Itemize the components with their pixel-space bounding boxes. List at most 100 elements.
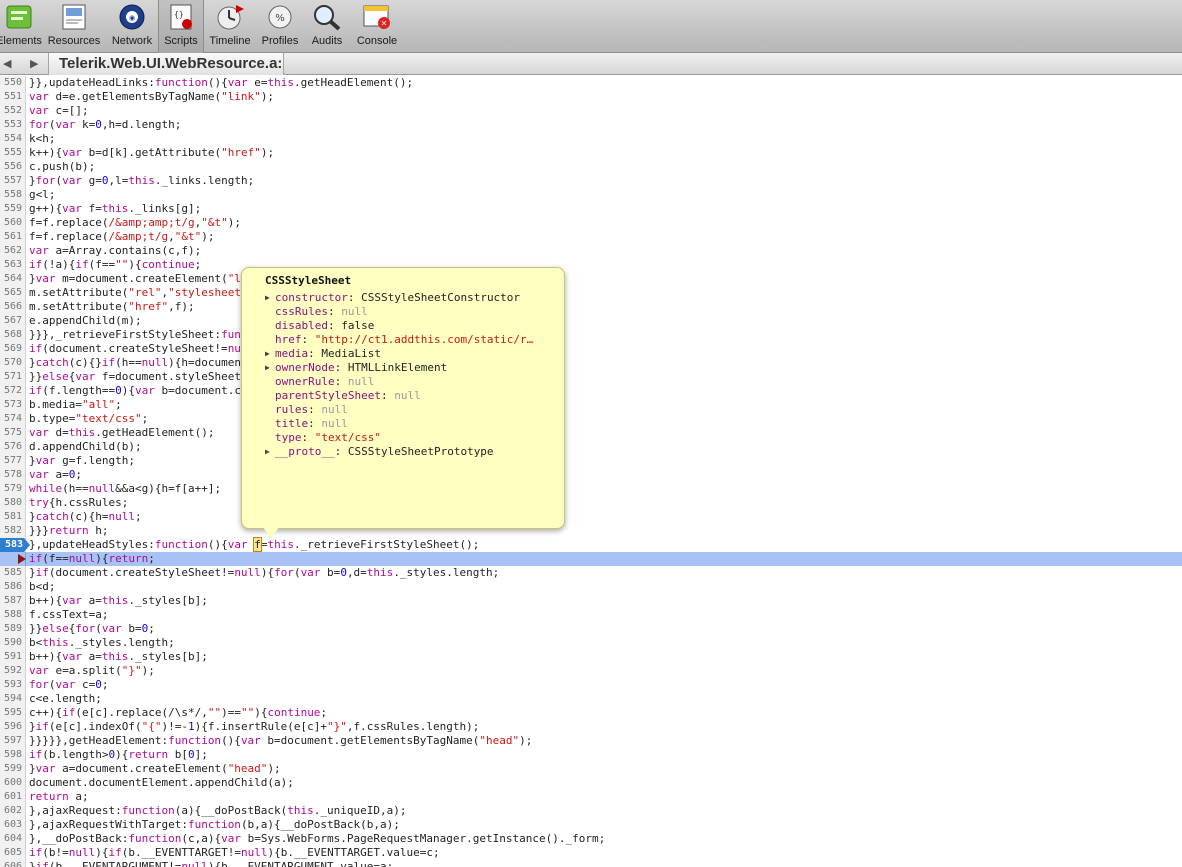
line-number[interactable]: 599 <box>0 762 26 776</box>
code-line[interactable]: 565m.setAttribute("rel","stylesheet"); <box>0 286 1182 300</box>
expand-triangle-icon[interactable]: ▶ <box>265 445 270 459</box>
code-line[interactable]: 558 g<l; <box>0 188 1182 202</box>
code-line[interactable]: 582}}}return h; <box>0 524 1182 538</box>
line-number[interactable]: 588 <box>0 608 26 622</box>
code-line[interactable]: 601 return a; <box>0 790 1182 804</box>
line-number[interactable]: 550 <box>0 76 26 90</box>
line-number[interactable]: 581 <box>0 510 26 524</box>
line-number[interactable]: 598 <box>0 748 26 762</box>
line-number[interactable]: 606 <box>0 860 26 867</box>
line-number[interactable]: 566 <box>0 300 26 314</box>
line-number[interactable]: 595 <box>0 706 26 720</box>
code-line[interactable]: 602},ajaxRequest:function(a){__doPostBac… <box>0 804 1182 818</box>
line-number[interactable]: 583 <box>0 538 30 552</box>
code-line[interactable]: 554 k<h; <box>0 132 1182 146</box>
code-line[interactable]: 599}var a=document.createElement("head")… <box>0 762 1182 776</box>
line-number[interactable]: 597 <box>0 734 26 748</box>
line-number[interactable]: 576 <box>0 440 26 454</box>
expand-triangle-icon[interactable]: ▶ <box>265 361 270 375</box>
toolbar-button-network[interactable]: ◉ Network <box>106 0 158 53</box>
line-number[interactable]: 577 <box>0 454 26 468</box>
code-line[interactable]: 553 for(var k=0,h=d.length; <box>0 118 1182 132</box>
code-line[interactable]: 559 g++){var f=this._links[g]; <box>0 202 1182 216</box>
line-number[interactable]: 590 <box>0 636 26 650</box>
code-line[interactable]: 606}if(b.__EVENTARGUMENT!=null){b.__EVEN… <box>0 860 1182 867</box>
code-line[interactable]: 592 var e=a.split("}"); <box>0 664 1182 678</box>
hovered-token[interactable]: f <box>253 537 262 552</box>
code-line[interactable]: 580 try{h.cssRules; <box>0 496 1182 510</box>
line-number[interactable]: 571 <box>0 370 26 384</box>
code-line[interactable]: 588 f.cssText=a; <box>0 608 1182 622</box>
code-line[interactable]: 574 b.type="text/css"; <box>0 412 1182 426</box>
line-number[interactable]: 580 <box>0 496 26 510</box>
line-number[interactable]: 582 <box>0 524 26 538</box>
line-number[interactable]: 586 <box>0 580 26 594</box>
line-number[interactable]: 578 <box>0 468 26 482</box>
code-line[interactable]: 572if(f.length==0){var b=document.create… <box>0 384 1182 398</box>
line-number[interactable]: 555 <box>0 146 26 160</box>
line-number[interactable]: 594 <box>0 692 26 706</box>
code-line[interactable]: 568}}},_retrieveFirstStyleSheet:function… <box>0 328 1182 342</box>
line-number[interactable]: 556 <box>0 160 26 174</box>
toolbar-button-audits[interactable]: Audits <box>304 0 350 53</box>
code-line[interactable]: 600 document.documentElement.appendChild(… <box>0 776 1182 790</box>
property-row-proto[interactable]: ▶ __proto__: CSSStyleSheetPrototype <box>242 445 564 459</box>
code-line[interactable]: 595 c++){if(e[c].replace(/\s*/,"")==""){c… <box>0 706 1182 720</box>
line-number[interactable]: 574 <box>0 412 26 426</box>
toolbar-button-elements[interactable]: Elements <box>0 0 42 53</box>
forward-arrow-icon[interactable]: ▶ <box>30 57 38 70</box>
line-number[interactable]: 563 <box>0 258 26 272</box>
code-line[interactable]: 590 b<this._styles.length; <box>0 636 1182 650</box>
line-number[interactable] <box>0 552 26 566</box>
line-number[interactable]: 562 <box>0 244 26 258</box>
line-number[interactable]: 553 <box>0 118 26 132</box>
property-row-media[interactable]: ▶ media: MediaList <box>242 347 564 361</box>
line-number[interactable]: 565 <box>0 286 26 300</box>
line-number[interactable]: 569 <box>0 342 26 356</box>
code-line[interactable]: 561 f=f.replace(/&amp;t/g,"&t"); <box>0 230 1182 244</box>
line-number[interactable]: 567 <box>0 314 26 328</box>
source-code-view[interactable]: 550}},updateHeadLinks:function(){var e=t… <box>0 76 1182 867</box>
line-number[interactable]: 564 <box>0 272 26 286</box>
code-line[interactable]: 551 var d=e.getElementsByTagName("link"); <box>0 90 1182 104</box>
line-number[interactable]: 560 <box>0 216 26 230</box>
code-line[interactable]: 570}catch(c){}if(h==null){h=document <box>0 356 1182 370</box>
toolbar-button-timeline[interactable]: Timeline <box>204 0 256 53</box>
expand-triangle-icon[interactable]: ▶ <box>265 291 270 305</box>
line-number[interactable]: 600 <box>0 776 26 790</box>
code-line[interactable]: 564}var m=document.createElement("link")… <box>0 272 1182 286</box>
line-number[interactable]: 602 <box>0 804 26 818</box>
toolbar-button-console[interactable]: ✕ Console <box>350 0 404 53</box>
code-line[interactable]: 597}}}}},getHeadElement:function(){var b… <box>0 734 1182 748</box>
code-line[interactable]: 573 b.media="all"; <box>0 398 1182 412</box>
code-line[interactable]: 552 var c=[]; <box>0 104 1182 118</box>
code-line[interactable]: 563 if(!a){if(f==""){continue; <box>0 258 1182 272</box>
code-line[interactable]: 585}if(document.createStyleSheet!=null){… <box>0 566 1182 580</box>
line-number[interactable]: 601 <box>0 790 26 804</box>
line-number[interactable]: 587 <box>0 594 26 608</box>
code-line[interactable]: 603},ajaxRequestWithTarget:function(b,a)… <box>0 818 1182 832</box>
line-number[interactable]: 603 <box>0 818 26 832</box>
toolbar-button-resources[interactable]: Resources <box>42 0 106 53</box>
line-number[interactable]: 554 <box>0 132 26 146</box>
code-line[interactable]: 555 k++){var b=d[k].getAttribute("href"); <box>0 146 1182 160</box>
code-line[interactable]: 578 var a=0; <box>0 468 1182 482</box>
code-line[interactable]: 598 if(b.length>0){return b[0]; <box>0 748 1182 762</box>
code-line[interactable]: if(f==null){return; <box>0 552 1182 566</box>
line-number[interactable]: 591 <box>0 650 26 664</box>
line-number[interactable]: 596 <box>0 720 26 734</box>
code-line[interactable]: 571}}else{var f=document.styleSheets; <box>0 370 1182 384</box>
expand-triangle-icon[interactable]: ▶ <box>265 347 270 361</box>
back-arrow-icon[interactable]: ◀ <box>3 57 11 70</box>
line-number[interactable]: 592 <box>0 664 26 678</box>
line-number[interactable]: 604 <box>0 832 26 846</box>
line-number[interactable]: 573 <box>0 398 26 412</box>
code-line[interactable]: 587 b++){var a=this._styles[b]; <box>0 594 1182 608</box>
code-line[interactable]: 589}}else{for(var b=0; <box>0 622 1182 636</box>
line-number[interactable]: 589 <box>0 622 26 636</box>
line-number[interactable]: 558 <box>0 188 26 202</box>
code-line[interactable]: 560 f=f.replace(/&amp;amp;t/g,"&t"); <box>0 216 1182 230</box>
code-line[interactable]: 604},__doPostBack:function(c,a){var b=Sy… <box>0 832 1182 846</box>
code-line[interactable]: 586 b<d; <box>0 580 1182 594</box>
line-number[interactable]: 575 <box>0 426 26 440</box>
